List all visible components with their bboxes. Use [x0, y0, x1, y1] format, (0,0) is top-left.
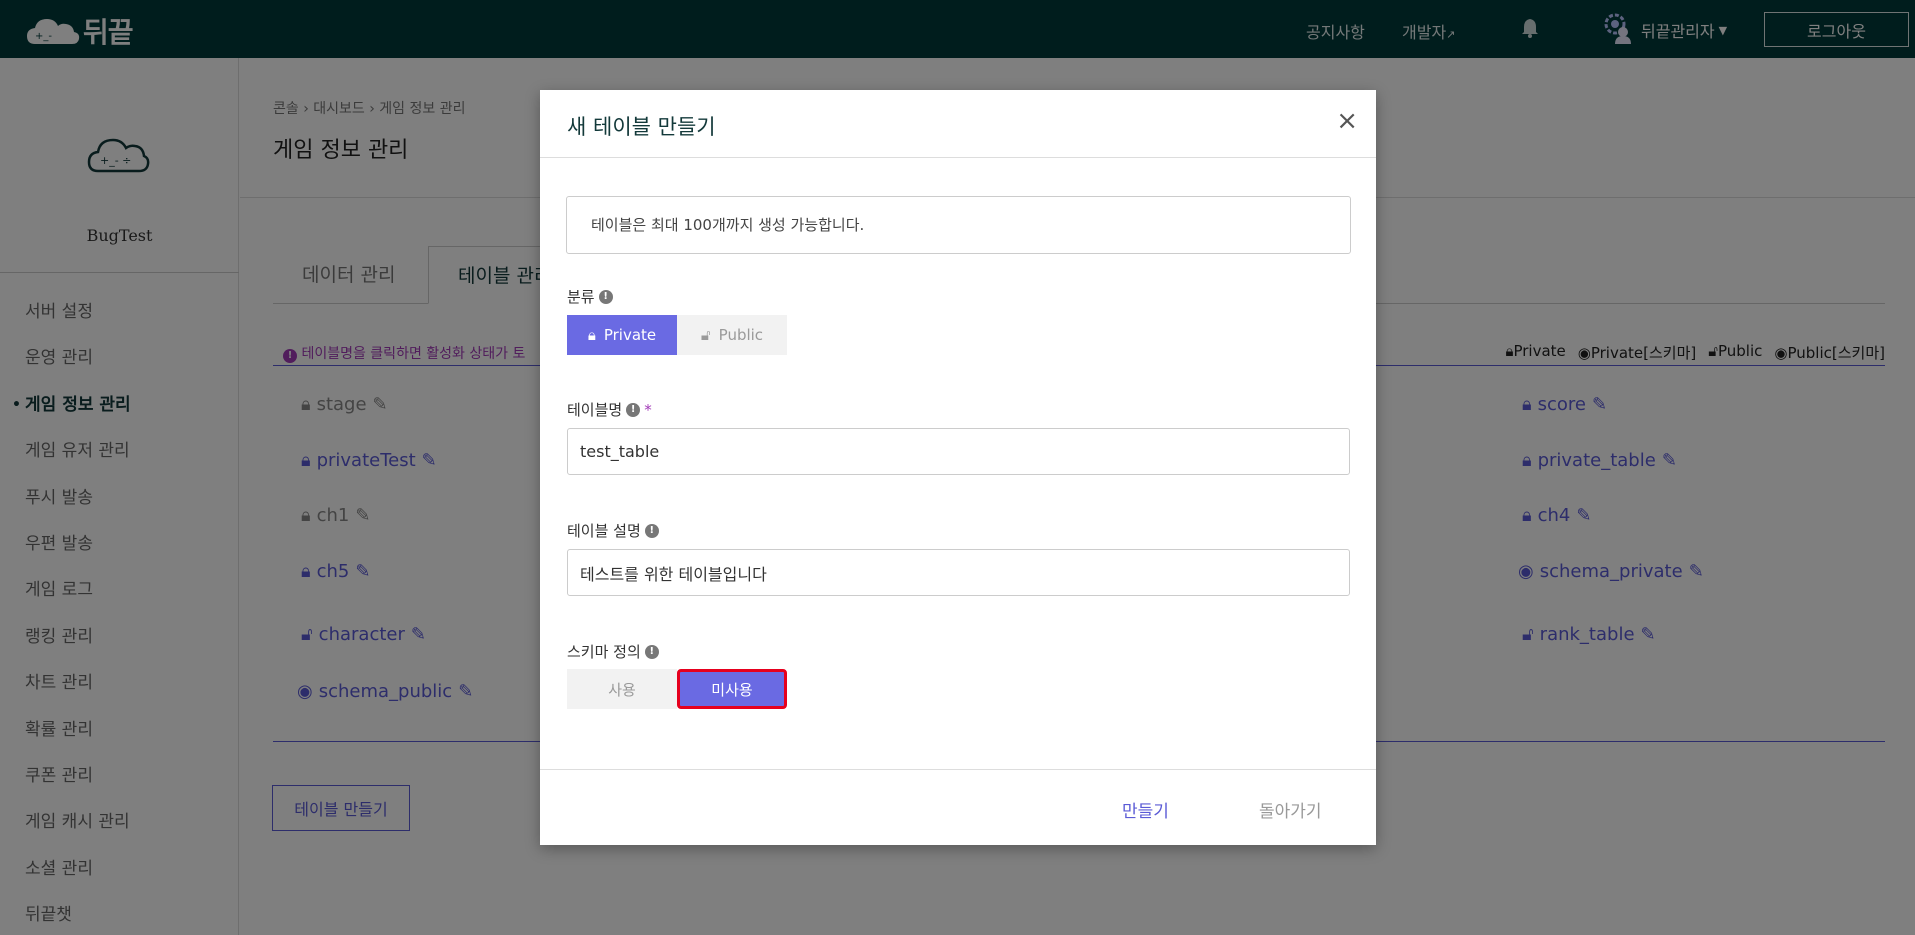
info-icon[interactable]: !: [644, 523, 659, 538]
table-name-input[interactable]: [567, 428, 1350, 475]
description-input[interactable]: [567, 549, 1350, 596]
category-label: 분류 !: [567, 286, 613, 307]
unlock-icon: 🔓︎: [700, 326, 711, 344]
info-icon[interactable]: !: [644, 644, 659, 659]
modal-title: 새 테이블 만들기: [567, 115, 716, 139]
category-toggle: 🔒︎ Private 🔓︎ Public: [567, 315, 787, 355]
schema-use-button[interactable]: 사용: [567, 669, 677, 709]
info-icon[interactable]: !: [626, 402, 641, 417]
info-icon[interactable]: !: [598, 289, 613, 304]
back-button[interactable]: 돌아가기: [1259, 797, 1322, 822]
table-name-label: 테이블명 ! *: [567, 399, 652, 420]
table-name-label-text: 테이블명: [567, 401, 623, 419]
schema-label: 스키마 정의 !: [567, 641, 659, 662]
modal-footer: 만들기 돌아가기: [540, 769, 1376, 845]
modal-header: 새 테이블 만들기 ×: [540, 90, 1376, 158]
description-label-text: 테이블 설명: [567, 522, 641, 540]
create-table-modal: 새 테이블 만들기 × 테이블은 최대 100개까지 생성 가능합니다. 분류 …: [540, 90, 1376, 845]
category-label-text: 분류: [567, 288, 595, 306]
schema-toggle: 사용 미사용: [567, 669, 787, 709]
category-private-button[interactable]: 🔒︎ Private: [567, 315, 677, 355]
description-label: 테이블 설명 !: [567, 520, 659, 541]
create-button[interactable]: 만들기: [1122, 797, 1169, 822]
category-public-button[interactable]: 🔓︎ Public: [677, 315, 787, 355]
required-mark: *: [644, 400, 652, 419]
category-public-label: Public: [718, 326, 764, 344]
category-private-label: Private: [603, 326, 657, 344]
lock-icon: 🔒︎: [587, 326, 596, 344]
close-icon[interactable]: ×: [1336, 106, 1358, 136]
table-limit-notice: 테이블은 최대 100개까지 생성 가능합니다.: [566, 196, 1351, 254]
schema-label-text: 스키마 정의: [567, 643, 641, 661]
schema-not-use-button[interactable]: 미사용: [677, 669, 787, 709]
